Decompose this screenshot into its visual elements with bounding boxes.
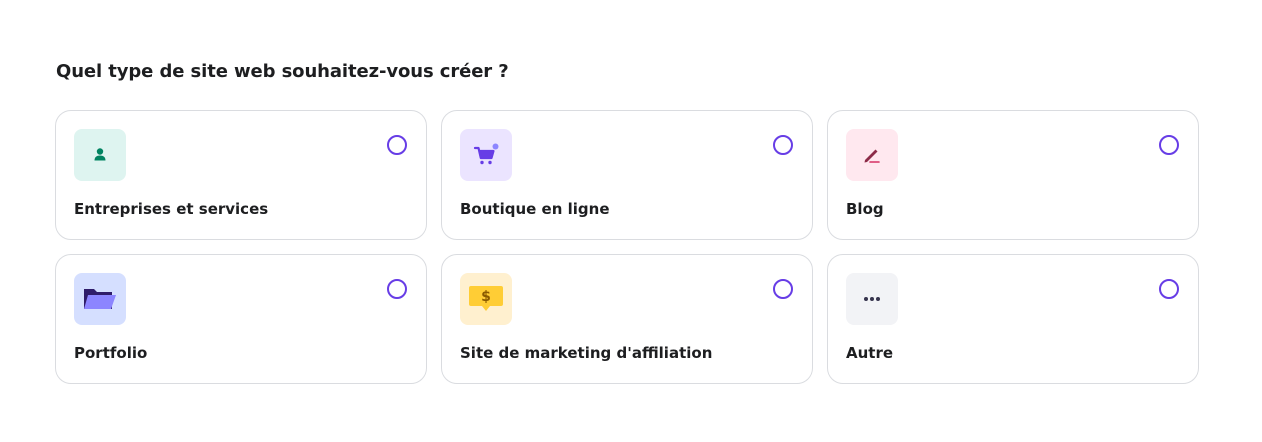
option-label: Boutique en ligne — [460, 200, 610, 218]
website-type-options: Entreprises et services Boutique en lign… — [55, 110, 1199, 384]
website-type-page: Quel type de site web souhaitez-vous cré… — [0, 0, 1262, 442]
option-card-business[interactable]: Entreprises et services — [55, 110, 427, 240]
person-icon — [90, 145, 110, 165]
option-icon-box — [460, 129, 512, 181]
option-radio[interactable] — [1159, 279, 1179, 299]
option-card-online-store[interactable]: Boutique en ligne — [441, 110, 813, 240]
option-radio[interactable] — [773, 135, 793, 155]
shopping-cart-icon — [472, 141, 500, 169]
option-label: Autre — [846, 344, 894, 362]
option-radio[interactable] — [387, 279, 407, 299]
option-label: Portfolio — [74, 344, 148, 362]
option-icon-box — [74, 273, 126, 325]
option-icon-box — [74, 129, 126, 181]
option-icon-box — [846, 129, 898, 181]
pen-icon — [860, 143, 884, 167]
option-label: Entreprises et services — [74, 200, 269, 218]
question-heading: Quel type de site web souhaitez-vous cré… — [56, 61, 509, 82]
svg-text:$: $ — [481, 289, 491, 305]
option-radio[interactable] — [387, 135, 407, 155]
option-label: Site de marketing d'affiliation — [460, 344, 713, 362]
option-radio[interactable] — [1159, 135, 1179, 155]
option-icon-box: $ — [460, 273, 512, 325]
more-dots-icon — [862, 295, 882, 303]
folder-icon — [82, 285, 118, 313]
option-card-portfolio[interactable]: Portfolio — [55, 254, 427, 384]
dollar-tag-icon: $ — [466, 282, 506, 316]
option-card-affiliate-marketing[interactable]: $ Site de marketing d'affiliation — [441, 254, 813, 384]
option-label: Blog — [846, 200, 884, 218]
option-card-other[interactable]: Autre — [827, 254, 1199, 384]
option-icon-box — [846, 273, 898, 325]
option-card-blog[interactable]: Blog — [827, 110, 1199, 240]
option-radio[interactable] — [773, 279, 793, 299]
